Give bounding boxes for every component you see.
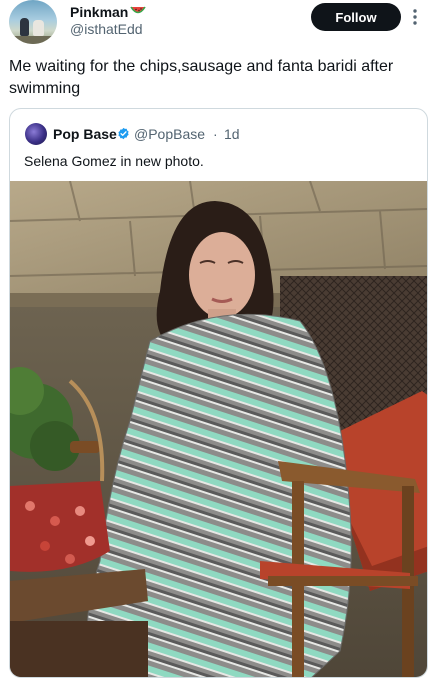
separator-dot: · (213, 126, 218, 142)
verified-badge-icon (118, 127, 129, 140)
author-handle[interactable]: @isthatEdd (70, 21, 143, 37)
author-name-text: Pinkman (70, 4, 129, 20)
avatar-ground (9, 36, 57, 44)
avatar-figure (20, 18, 29, 36)
quoted-post-text: Selena Gomez in new photo. (24, 153, 204, 169)
quoted-author-avatar[interactable] (25, 123, 47, 145)
quoted-author-handle: @PopBase (134, 126, 206, 142)
avatar-figure (33, 20, 44, 36)
quoted-post-time[interactable]: 1d (224, 126, 240, 142)
author-display-name[interactable]: Pinkman (70, 4, 147, 20)
watermelon-icon (130, 6, 147, 14)
author-avatar[interactable] (9, 0, 57, 44)
quoted-author-name[interactable]: Pop Base (53, 126, 117, 142)
more-options-icon[interactable] (412, 8, 418, 26)
follow-button[interactable]: Follow (311, 3, 401, 31)
quoted-post-photo[interactable] (10, 181, 428, 678)
quoted-post-card[interactable]: Pop Base @PopBase · 1d Selena Gomez in n… (9, 108, 428, 678)
tweet-text: Me waiting for the chips,sausage and fan… (9, 58, 394, 97)
